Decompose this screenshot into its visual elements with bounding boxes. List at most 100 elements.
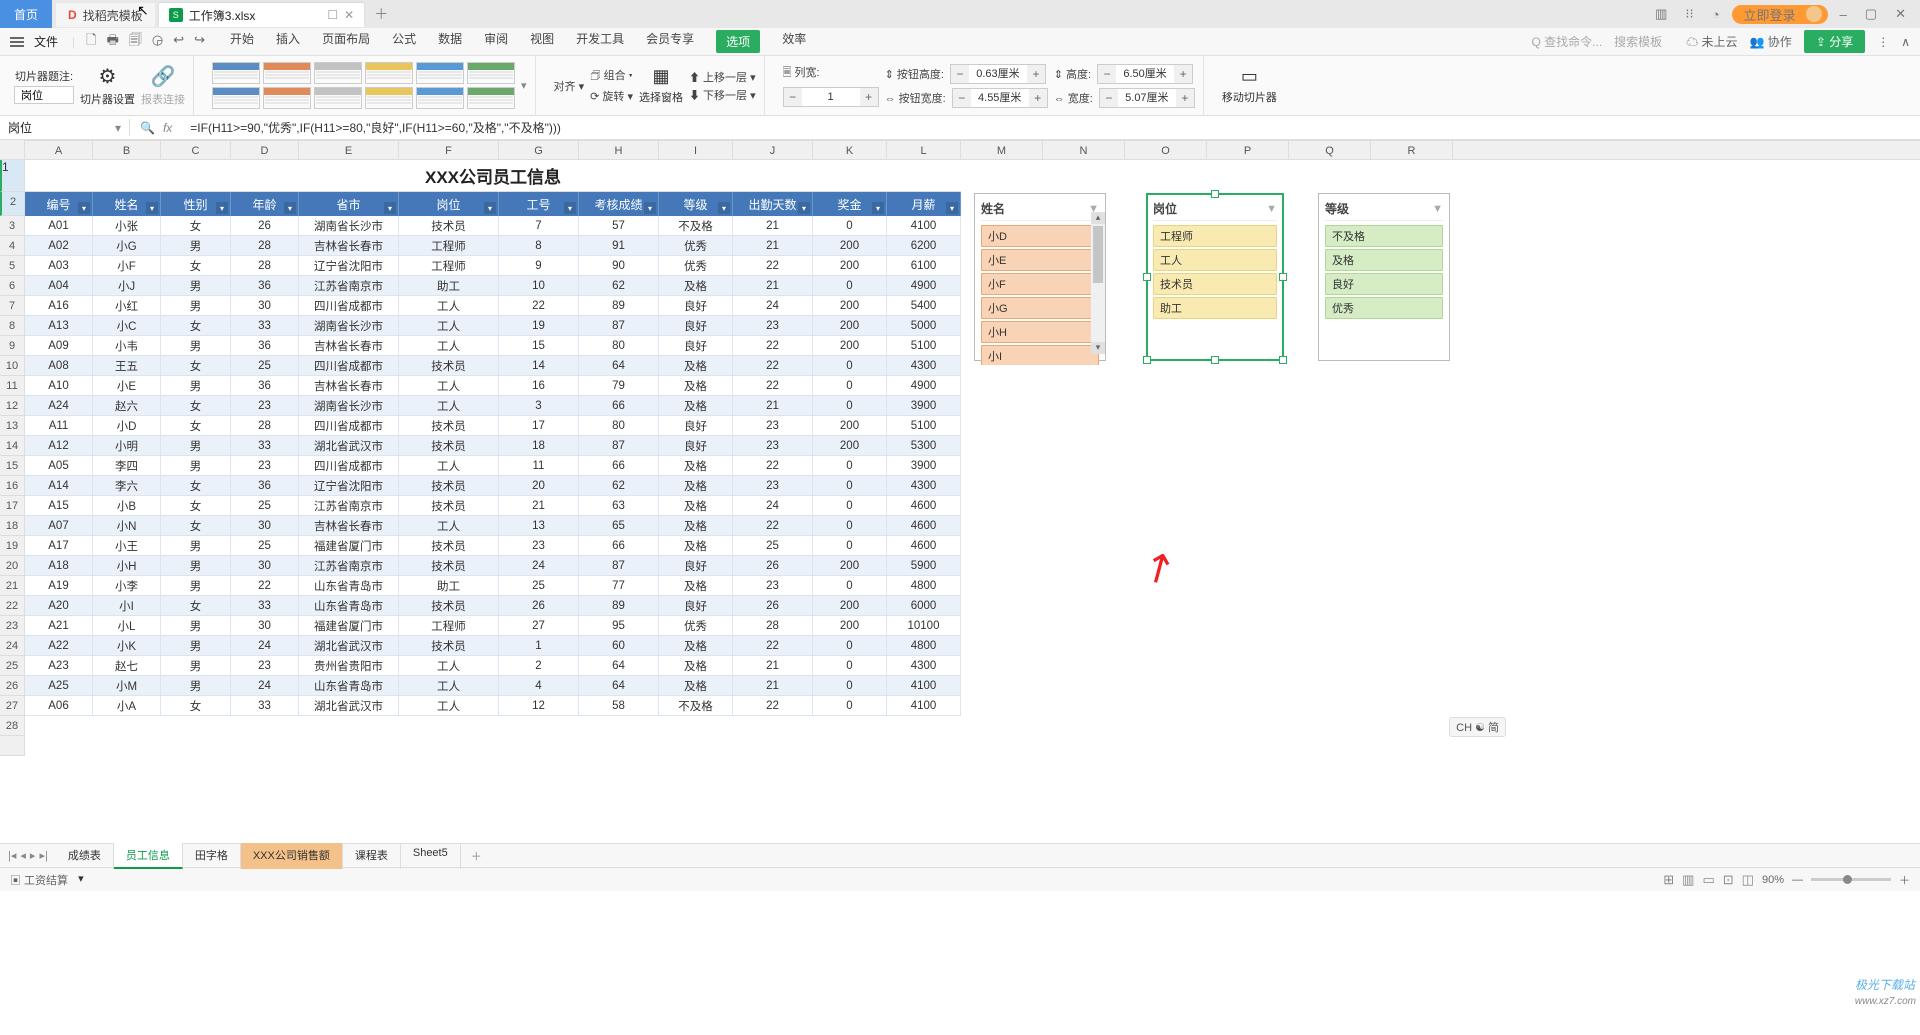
table-cell[interactable]: 60 bbox=[579, 636, 659, 656]
row-header[interactable]: 1 bbox=[0, 160, 24, 192]
table-cell[interactable]: 0 bbox=[813, 656, 887, 676]
sheet-tab[interactable]: 成绩表 bbox=[56, 843, 114, 869]
menu-tab[interactable]: 数据 bbox=[438, 30, 462, 53]
more-icon[interactable]: ⋮ bbox=[1877, 35, 1889, 49]
table-row[interactable]: A03小F女28辽宁省沈阳市工程师990优秀222006100 bbox=[25, 256, 961, 276]
table-cell[interactable]: 男 bbox=[161, 576, 231, 596]
table-header-cell[interactable]: 月薪▾ bbox=[887, 192, 961, 216]
table-cell[interactable]: 小J bbox=[93, 276, 161, 296]
table-cell[interactable]: 福建省厦门市 bbox=[299, 536, 399, 556]
table-cell[interactable]: A16 bbox=[25, 296, 93, 316]
filter-icon[interactable]: ▼ bbox=[1266, 203, 1277, 215]
table-cell[interactable]: 工人 bbox=[399, 336, 499, 356]
table-cell[interactable]: 小李 bbox=[93, 576, 161, 596]
table-cell[interactable]: 吉林省长春市 bbox=[299, 376, 399, 396]
table-cell[interactable]: 23 bbox=[733, 416, 813, 436]
cloud-status[interactable]: ☁ 未上云 bbox=[1686, 33, 1737, 50]
slicer-name[interactable]: 姓名▼ 小D小E小F小G小H小I小J小K ▴▾ bbox=[974, 193, 1106, 361]
table-cell[interactable]: 及格 bbox=[659, 676, 733, 696]
filter-dropdown-icon[interactable]: ▾ bbox=[564, 202, 576, 214]
table-cell[interactable]: 四川省成都市 bbox=[299, 416, 399, 436]
menu-tab[interactable]: 效率 bbox=[782, 30, 806, 53]
table-cell[interactable]: 5900 bbox=[887, 556, 961, 576]
slicer-caption-input[interactable] bbox=[14, 86, 74, 104]
table-cell[interactable]: 吉林省长春市 bbox=[299, 336, 399, 356]
table-cell[interactable]: 小F bbox=[93, 256, 161, 276]
bring-forward-button[interactable]: ⬆ 上移一层 ▾ bbox=[689, 69, 756, 85]
row-header[interactable]: 21 bbox=[0, 576, 24, 596]
table-cell[interactable]: 女 bbox=[161, 696, 231, 716]
table-cell[interactable]: 23 bbox=[733, 576, 813, 596]
table-cell[interactable]: 66 bbox=[579, 456, 659, 476]
table-cell[interactable]: 26 bbox=[231, 216, 299, 236]
col-header[interactable]: O bbox=[1125, 141, 1207, 159]
col-header[interactable]: A bbox=[25, 141, 93, 159]
table-cell[interactable]: 25 bbox=[231, 496, 299, 516]
table-cell[interactable]: 及格 bbox=[659, 356, 733, 376]
table-cell[interactable]: 小张 bbox=[93, 216, 161, 236]
file-menu[interactable]: 文件 bbox=[34, 33, 58, 50]
table-cell[interactable]: 工人 bbox=[399, 456, 499, 476]
table-cell[interactable]: 良好 bbox=[659, 336, 733, 356]
table-cell[interactable]: 0 bbox=[813, 576, 887, 596]
table-cell[interactable]: 工人 bbox=[399, 676, 499, 696]
table-cell[interactable]: 及格 bbox=[659, 516, 733, 536]
table-row[interactable]: A22小K男24湖北省武汉市技术员160及格2204800 bbox=[25, 636, 961, 656]
table-cell[interactable]: 21 bbox=[733, 656, 813, 676]
slicer-grade[interactable]: 等级▼ 不及格及格良好优秀 bbox=[1318, 193, 1450, 361]
table-cell[interactable]: 良好 bbox=[659, 596, 733, 616]
row-header[interactable]: 5 bbox=[0, 256, 24, 276]
table-cell[interactable]: 小I bbox=[93, 596, 161, 616]
table-header-cell[interactable]: 年龄▾ bbox=[231, 192, 299, 216]
slicer-item[interactable]: 优秀 bbox=[1325, 297, 1443, 319]
slicer-style-thumb[interactable] bbox=[467, 87, 515, 109]
col-header[interactable]: Q bbox=[1289, 141, 1371, 159]
col-header[interactable]: M bbox=[961, 141, 1043, 159]
table-cell[interactable]: 优秀 bbox=[659, 256, 733, 276]
table-cell[interactable]: A09 bbox=[25, 336, 93, 356]
table-cell[interactable]: 湖南省长沙市 bbox=[299, 316, 399, 336]
table-cell[interactable]: 辽宁省沈阳市 bbox=[299, 256, 399, 276]
table-cell[interactable]: 25 bbox=[231, 536, 299, 556]
menu-tab[interactable]: 插入 bbox=[276, 30, 300, 53]
filter-dropdown-icon[interactable]: ▾ bbox=[644, 202, 656, 214]
table-cell[interactable]: 0 bbox=[813, 516, 887, 536]
table-cell[interactable]: 200 bbox=[813, 336, 887, 356]
minimize-button[interactable]: – bbox=[1834, 7, 1853, 22]
sheet-tab[interactable]: XXX公司销售额 bbox=[241, 843, 343, 869]
slicer-item[interactable]: 小E bbox=[981, 249, 1099, 271]
table-cell[interactable]: 22 bbox=[733, 636, 813, 656]
table-cell[interactable]: 女 bbox=[161, 416, 231, 436]
table-cell[interactable]: 28 bbox=[733, 616, 813, 636]
slicer-item[interactable]: 小F bbox=[981, 273, 1099, 295]
fx-icon[interactable]: fx bbox=[163, 121, 172, 135]
row-header[interactable]: 23 bbox=[0, 616, 24, 636]
row-header[interactable]: 11 bbox=[0, 376, 24, 396]
menu-tab[interactable]: 会员专享 bbox=[646, 30, 694, 53]
table-cell[interactable]: 18 bbox=[499, 436, 579, 456]
table-cell[interactable]: 女 bbox=[161, 256, 231, 276]
row-header[interactable]: 7 bbox=[0, 296, 24, 316]
slicer-settings-button[interactable]: ⚙切片器设置 bbox=[80, 64, 135, 107]
table-cell[interactable]: 小D bbox=[93, 416, 161, 436]
table-cell[interactable]: 22 bbox=[733, 456, 813, 476]
table-cell[interactable]: 良好 bbox=[659, 296, 733, 316]
table-cell[interactable]: 5000 bbox=[887, 316, 961, 336]
table-cell[interactable]: 4800 bbox=[887, 576, 961, 596]
table-cell[interactable]: 工人 bbox=[399, 396, 499, 416]
apps-icon[interactable]: ⁝⁝ bbox=[1679, 6, 1699, 22]
table-cell[interactable]: 0 bbox=[813, 496, 887, 516]
table-cell[interactable]: 200 bbox=[813, 236, 887, 256]
slicer-style-thumb[interactable] bbox=[416, 87, 464, 109]
table-cell[interactable]: 山东省青岛市 bbox=[299, 596, 399, 616]
table-cell[interactable]: 小G bbox=[93, 236, 161, 256]
slicer-item[interactable]: 不及格 bbox=[1325, 225, 1443, 247]
table-cell[interactable]: 小L bbox=[93, 616, 161, 636]
table-cell[interactable]: 21 bbox=[733, 396, 813, 416]
table-cell[interactable]: 4600 bbox=[887, 496, 961, 516]
col-header[interactable]: K bbox=[813, 141, 887, 159]
table-cell[interactable]: 江苏省南京市 bbox=[299, 496, 399, 516]
table-cell[interactable]: 21 bbox=[499, 496, 579, 516]
table-cell[interactable]: A25 bbox=[25, 676, 93, 696]
table-cell[interactable]: 4300 bbox=[887, 476, 961, 496]
